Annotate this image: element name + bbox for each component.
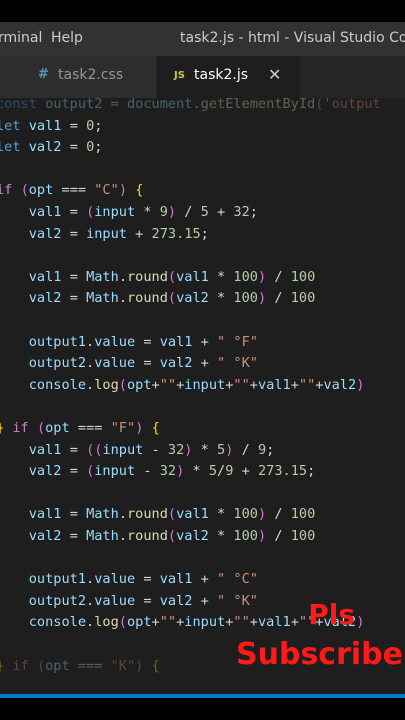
tab-task2-js[interactable]: JS task2.js ✕ bbox=[157, 56, 300, 98]
code-line: } if (opt === "F") { bbox=[0, 420, 160, 436]
editor-tab-bar: # task2.css JS task2.js ✕ bbox=[0, 56, 405, 98]
overlay-text-pls: Pls bbox=[308, 598, 355, 631]
code-line: val2 = (input - 32) * 5/9 + 273.15; bbox=[28, 463, 316, 480]
tab-label: task2.css bbox=[58, 67, 124, 83]
tab-label: task2.js bbox=[194, 67, 249, 83]
css-file-icon: # bbox=[38, 67, 49, 82]
code-line: val1 = ((input - 32) * 5) / 9; bbox=[28, 441, 275, 458]
window-title: task2.js - html - Visual Studio Code bbox=[180, 30, 405, 46]
code-line: let val2 = 0; bbox=[0, 139, 103, 156]
vscode-window: rminal Help task2.js - html - Visual Stu… bbox=[0, 22, 405, 698]
code-line: let val1 = 0; bbox=[0, 117, 103, 134]
code-line: val1 = Math.round(val1 * 100) / 100 bbox=[28, 268, 316, 285]
code-line: output1.value = val1 + " °F" bbox=[28, 333, 258, 350]
close-icon[interactable]: ✕ bbox=[268, 65, 281, 84]
code-line: val1 = (input * 9) / 5 + 32; bbox=[28, 204, 258, 220]
code-line: val2 = Math.round(val2 * 100) / 100 bbox=[28, 528, 316, 544]
code-line: } if (opt === "K") { bbox=[0, 657, 160, 674]
code-line: const output2 = document.getElementById(… bbox=[0, 98, 381, 112]
code-line: output2.value = val2 + " °K" bbox=[28, 355, 258, 372]
code-line: output2.value = val2 + " °K" bbox=[28, 592, 258, 609]
menu-terminal[interactable]: rminal bbox=[0, 30, 42, 46]
code-line: val1 = Math.round(val1 * 100) / 100 bbox=[28, 506, 316, 523]
menu-help[interactable]: Help bbox=[51, 30, 83, 46]
code-line: val2 = input + 273.15; bbox=[28, 225, 209, 242]
code-line: output1.value = val1 + " °C" bbox=[28, 571, 258, 588]
code-line: console.log(opt+""+input+""+val1+""+val2… bbox=[28, 376, 365, 393]
code-line: val2 = Math.round(val2 * 100) / 100 bbox=[28, 290, 316, 307]
code-line: if (opt === "C") { bbox=[0, 182, 144, 199]
overlay-text-subscribe: Subscribe bbox=[236, 637, 403, 672]
tab-task2-css[interactable]: # task2.css bbox=[0, 56, 156, 98]
title-bar: rminal Help task2.js - html - Visual Stu… bbox=[0, 22, 405, 56]
js-file-icon: JS bbox=[174, 70, 185, 81]
status-bar bbox=[0, 694, 405, 698]
